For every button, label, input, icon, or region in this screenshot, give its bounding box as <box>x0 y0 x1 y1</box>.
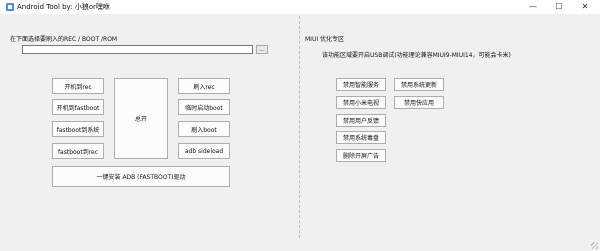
install-driver-button[interactable]: 一键安装 ADB (FASTBOOT)驱动 <box>52 166 230 187</box>
flash-instruction-label: 在下面选择要刷入的REC / BOOT /ROM <box>10 36 118 43</box>
unlock-button[interactable]: 总开 <box>114 78 168 159</box>
disable-quick-app-button[interactable]: 禁用快应用 <box>394 96 444 109</box>
fastboot-to-system-button[interactable]: fastboot到系统 <box>52 121 104 137</box>
adb-sideload-button[interactable]: adb sideload <box>178 143 230 159</box>
close-button[interactable]: ✕ <box>572 0 598 14</box>
minimize-button[interactable]: — <box>520 0 546 14</box>
disable-system-security-button[interactable]: 禁用系统毒盘 <box>336 131 386 144</box>
boot-to-fastboot-button[interactable]: 开机到fastboot <box>52 99 104 115</box>
flash-rec-button[interactable]: 刷入rec <box>178 78 230 94</box>
file-path-input[interactable] <box>22 45 253 54</box>
flash-boot-button[interactable]: 刷入boot <box>178 121 230 137</box>
title-bar: Android Tool by: 小狼or嘿咻 — ☐ ✕ <box>0 0 600 15</box>
browse-button[interactable]: ... <box>256 45 268 54</box>
fastboot-to-rec-button[interactable]: fastboot到rec <box>52 143 104 159</box>
miui-usb-debug-note: 该功能区域要开启USB调试(功能理论兼容MIUI9-MIUI14，可能会卡米) <box>322 52 511 59</box>
disable-system-update-button[interactable]: 禁用系统更新 <box>394 78 444 91</box>
resize-grip-icon[interactable] <box>591 242 598 249</box>
miui-section-title: MIUI 优化专区 <box>305 36 345 43</box>
panel-divider <box>299 16 300 238</box>
window-title: Android Tool by: 小狼or嘿咻 <box>17 3 110 11</box>
remove-boot-ads-button[interactable]: 删除开屏广告 <box>336 149 386 162</box>
disable-xiaomi-video-button[interactable]: 禁用小米电视 <box>336 96 386 109</box>
app-icon <box>6 3 14 11</box>
disable-user-feedback-button[interactable]: 禁用用户反馈 <box>336 114 386 127</box>
boot-to-rec-button[interactable]: 开机到rec <box>52 78 104 94</box>
disable-smart-service-button[interactable]: 禁用智能服务 <box>336 78 386 91</box>
maximize-button[interactable]: ☐ <box>546 0 572 14</box>
temp-boot-button[interactable]: 临时启动boot <box>178 99 230 115</box>
